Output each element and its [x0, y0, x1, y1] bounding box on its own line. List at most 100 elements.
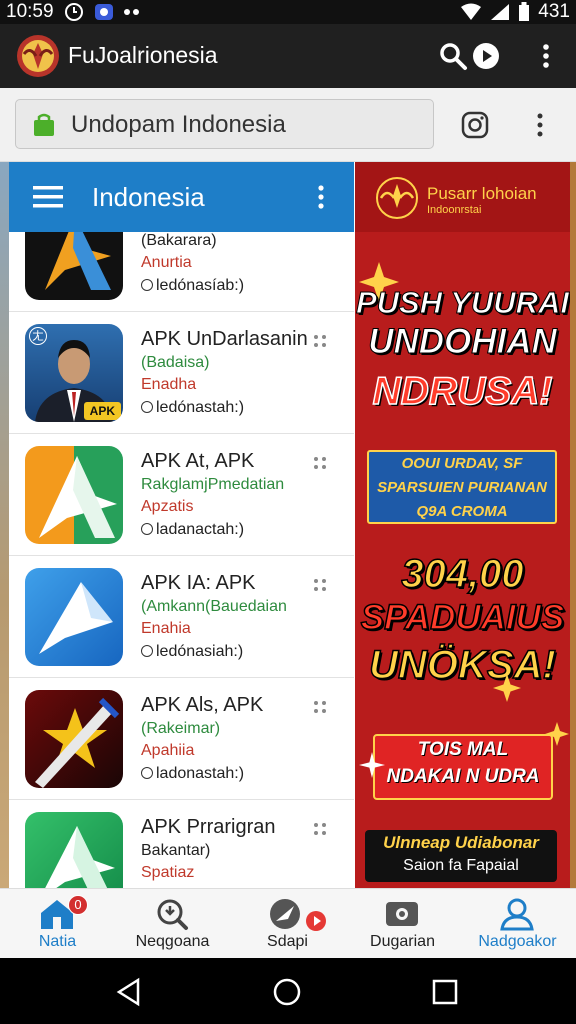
apk-badge: APK	[83, 402, 121, 420]
apk-a-orange-green-icon	[25, 446, 123, 544]
ad-banner[interactable]: Pusarr lohoian Indoonrstai PUSH YUURAI U…	[355, 162, 570, 888]
item-tag: Enadha	[141, 376, 197, 393]
burst-star-icon	[493, 674, 521, 702]
item-status: ledónasiah:)	[141, 643, 243, 661]
signal-icon	[491, 4, 510, 20]
status-circle-icon	[141, 645, 153, 657]
sword-star-icon	[25, 690, 123, 788]
apk-a-dark-icon	[25, 232, 123, 300]
address-more-icon[interactable]	[530, 110, 550, 140]
system-navigation-bar	[0, 958, 576, 1024]
item-tag: Spatiaz	[141, 864, 195, 881]
address-text: Undopam Indonesia	[71, 111, 286, 138]
item-tag: Apahiia	[141, 742, 195, 759]
overflow-menu-icon[interactable]	[530, 40, 562, 72]
item-tag: Enahia	[141, 620, 191, 637]
more-notifications-icon	[124, 9, 139, 15]
shopping-bag-icon	[34, 113, 54, 136]
list-item[interactable]: APK Als, APK (Rakeimar) Apahiia ladonast…	[9, 678, 354, 800]
ad-headline-1: PUSH YUURAI	[355, 285, 570, 320]
recents-icon[interactable]	[430, 977, 460, 1007]
ad-footer-box: Ulnneap Udiabonar Saion fa Fapaial	[365, 830, 557, 882]
nav-item-home[interactable]: 0 Natia	[0, 889, 115, 959]
item-name: APK UnDarlasanin	[141, 328, 308, 350]
item-subtitle: (Rakeimar)	[141, 720, 221, 737]
item-name: APK Als, APK	[141, 694, 264, 716]
status-battery-text: 431	[538, 1, 570, 22]
nav-label: Nadgoakor	[478, 933, 557, 950]
item-name: APK IA: APK	[141, 572, 256, 594]
play-icon[interactable]	[470, 40, 502, 72]
person-portrait-icon: APK ㄤ	[25, 324, 123, 422]
home-button-icon[interactable]	[272, 977, 302, 1007]
background-right-edge	[570, 162, 576, 888]
ad-headline-5: SPADUAIUS	[360, 598, 565, 637]
drag-handle-icon[interactable]	[313, 578, 327, 592]
emblem-logo	[17, 35, 59, 77]
item-tag: Anurtia	[141, 254, 192, 271]
nav-label: Natia	[38, 933, 77, 950]
status-circle-icon	[141, 279, 153, 291]
status-time: 10:59	[6, 1, 54, 22]
app-bar: FuJoalrionesia	[0, 24, 576, 88]
address-row: Undopam Indonesia	[0, 88, 576, 162]
drag-handle-icon[interactable]	[313, 334, 327, 348]
item-subtitle: Bakantar)	[141, 842, 211, 859]
item-status: ledónasíab:)	[141, 277, 244, 295]
bottom-navigation: 0 Natia Neqgoana Sdapi Dugarian Nadgoako…	[0, 888, 576, 958]
list-item[interactable]: APK Prrarigran Bakantar) Spatiaz	[9, 800, 354, 888]
status-bar: 10:59 431	[0, 0, 576, 24]
nav-label: Neqgoana	[135, 933, 210, 950]
search-icon[interactable]	[437, 40, 469, 72]
ad-cta-line-2: NDAKAI N UDRA	[386, 766, 540, 787]
ad-cta-button[interactable]: TOIS MAL NDAKAI N UDRA	[373, 734, 553, 800]
drag-handle-icon[interactable]	[313, 700, 327, 714]
drag-handle-icon[interactable]	[313, 822, 327, 836]
ad-amount: 304,00	[401, 552, 525, 596]
ad-header-title: Pusarr lohoian	[427, 184, 537, 203]
item-tag: Apzatis	[141, 498, 194, 515]
nav-label: Dugarian	[370, 933, 435, 950]
panel-header: Indonesia	[9, 162, 354, 232]
ad-footer-line-1: Ulnneap Udiabonar	[383, 833, 539, 852]
list-item[interactable]: APK IA: APK (Amkann(Bauedaian Enahia led…	[9, 556, 354, 678]
panel-title: Indonesia	[92, 182, 205, 212]
panel-more-icon[interactable]	[315, 182, 327, 212]
hamburger-menu-icon[interactable]	[33, 184, 63, 210]
ad-info-box: OOUI URDAV, SF SPARSUIEN PURIANAN Q9A CR…	[367, 450, 557, 524]
ad-header: Pusarr lohoian Indoonrstai	[355, 162, 570, 232]
ad-headline-6: UNÖKSA!	[368, 643, 556, 687]
app-title: FuJoalrionesia	[68, 42, 218, 68]
item-subtitle: (Bakarara)	[141, 232, 217, 249]
burst-star-icon	[545, 722, 569, 746]
nav-item-search[interactable]: Neqgoana	[115, 889, 230, 959]
nav-item-media[interactable]: Dugarian	[345, 889, 460, 959]
item-status: ledónastah:)	[141, 399, 244, 417]
media-icon	[386, 902, 418, 926]
instagram-icon[interactable]	[460, 110, 490, 140]
ad-emblem-logo	[376, 177, 418, 219]
sparkle-icon	[359, 752, 385, 778]
list-item[interactable]: (Bakarara) Anurtia ledónasíab:)	[9, 232, 354, 312]
ad-info-line-1: OOUI URDAV, SF	[401, 455, 523, 472]
nav-label: Sdapi	[267, 933, 308, 950]
list-item[interactable]: APK At, APK RakglamjPmedatian Apzatis la…	[9, 434, 354, 556]
item-status: ladanactah:)	[141, 521, 244, 539]
list-item[interactable]: APK ㄤ APK UnDarlasanin (Badaisa) Enadha …	[9, 312, 354, 434]
ad-headline-3: NDRUSA!	[372, 370, 553, 413]
ad-info-line-2: SPARSUIEN PURIANAN	[377, 479, 547, 496]
ad-footer-line-2: Saion fa Fapaial	[403, 857, 519, 874]
drag-handle-icon[interactable]	[313, 456, 327, 470]
ad-headline-2: UNDOHIAN	[368, 322, 558, 361]
ad-cta-line-1: TOIS MAL	[417, 739, 509, 760]
ad-header-subtitle: Indoonrstai	[427, 204, 482, 216]
account-icon	[500, 898, 534, 931]
back-icon[interactable]	[114, 977, 144, 1007]
corner-mark: ㄤ	[29, 327, 47, 345]
battery-icon	[519, 2, 530, 21]
nav-item-explore[interactable]: Sdapi	[230, 889, 345, 959]
status-circle-icon	[141, 523, 153, 535]
address-field[interactable]: Undopam Indonesia	[15, 99, 434, 149]
item-subtitle: (Badaisa)	[141, 354, 210, 371]
nav-item-account[interactable]: Nadgoakor	[460, 889, 575, 959]
